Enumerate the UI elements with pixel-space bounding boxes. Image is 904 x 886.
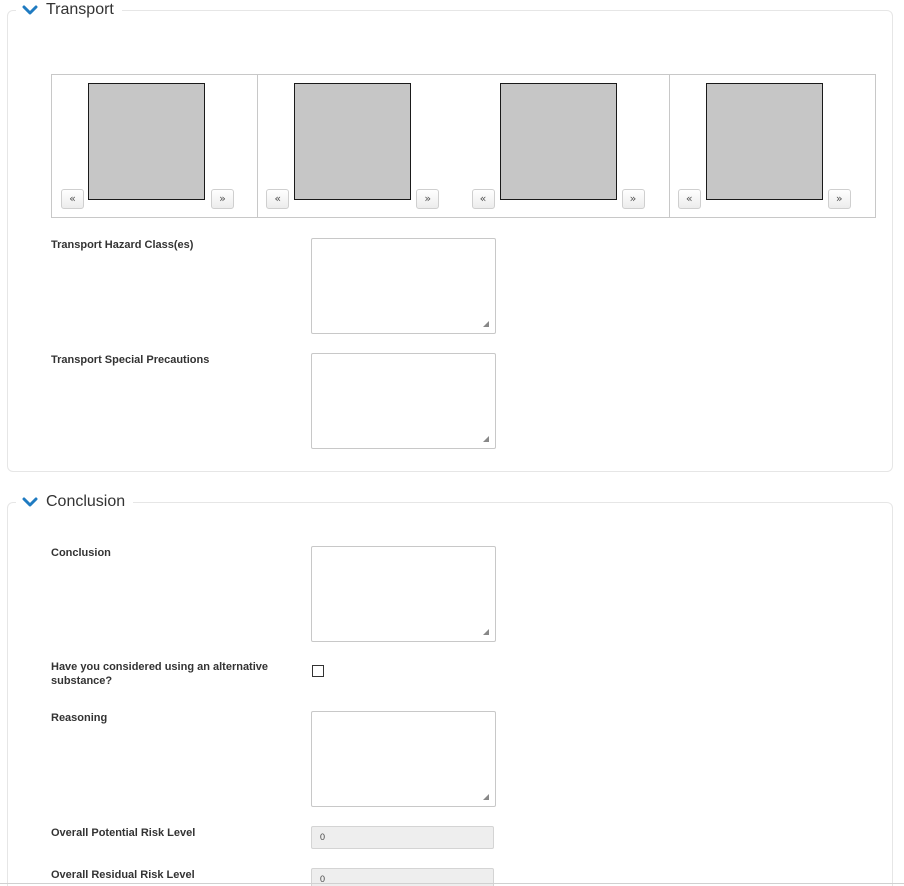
next-button[interactable]: » [621, 189, 645, 209]
transport-section: Transport « » « » « » « » Transport Haza… [7, 0, 893, 472]
hazard-class-textarea[interactable] [311, 238, 496, 334]
hazard-class-label: Transport Hazard Class(es) [51, 239, 194, 251]
potential-risk-label: Overall Potential Risk Level [51, 827, 196, 839]
carousel-slot: « » [668, 75, 875, 217]
conclusion-legend[interactable]: Conclusion [16, 492, 134, 512]
divider [0, 883, 904, 884]
page: Transport « » « » « » « » Transport Haza… [0, 0, 904, 886]
transport-title: Transport [46, 1, 114, 18]
prev-button[interactable]: « [677, 189, 701, 209]
transport-legend[interactable]: Transport [16, 0, 122, 20]
pictogram-placeholder[interactable] [294, 83, 412, 200]
resize-grip-icon[interactable] [483, 794, 489, 800]
resize-grip-icon[interactable] [483, 629, 489, 635]
pictogram-placeholder[interactable] [88, 83, 205, 200]
potential-risk-field: 0 [311, 826, 494, 849]
prev-button[interactable]: « [471, 189, 495, 209]
reasoning-label: Reasoning [51, 712, 108, 724]
special-precautions-textarea[interactable] [311, 353, 496, 449]
alternative-substance-checkbox[interactable] [312, 665, 324, 677]
carousel-slot: « » [257, 75, 463, 217]
pictogram-placeholder[interactable] [499, 83, 617, 200]
alternative-substance-label: Have you considered using an alternative… [51, 661, 269, 687]
residual-risk-label: Overall Residual Risk Level [51, 869, 195, 881]
chevron-down-icon[interactable] [22, 494, 38, 510]
conclusion-title: Conclusion [46, 493, 126, 510]
special-precautions-label: Transport Special Precautions [51, 354, 210, 366]
chevron-down-icon[interactable] [22, 2, 38, 18]
conclusion-textarea[interactable] [311, 546, 496, 642]
reasoning-textarea[interactable] [311, 711, 496, 807]
next-button[interactable]: » [211, 189, 234, 209]
resize-grip-icon[interactable] [483, 436, 489, 442]
conclusion-section: Conclusion Conclusion Have you considere… [7, 492, 893, 886]
next-button[interactable]: » [416, 189, 440, 209]
resize-grip-icon[interactable] [483, 321, 489, 327]
prev-button[interactable]: « [61, 189, 84, 209]
carousel-slot: « » [464, 75, 669, 217]
image-carousel: « » « » « » « » [51, 74, 876, 218]
conclusion-label: Conclusion [51, 547, 111, 559]
carousel-slot: « » [52, 75, 257, 217]
next-button[interactable]: » [827, 189, 851, 209]
prev-button[interactable]: « [266, 189, 290, 209]
pictogram-placeholder[interactable] [705, 83, 823, 200]
